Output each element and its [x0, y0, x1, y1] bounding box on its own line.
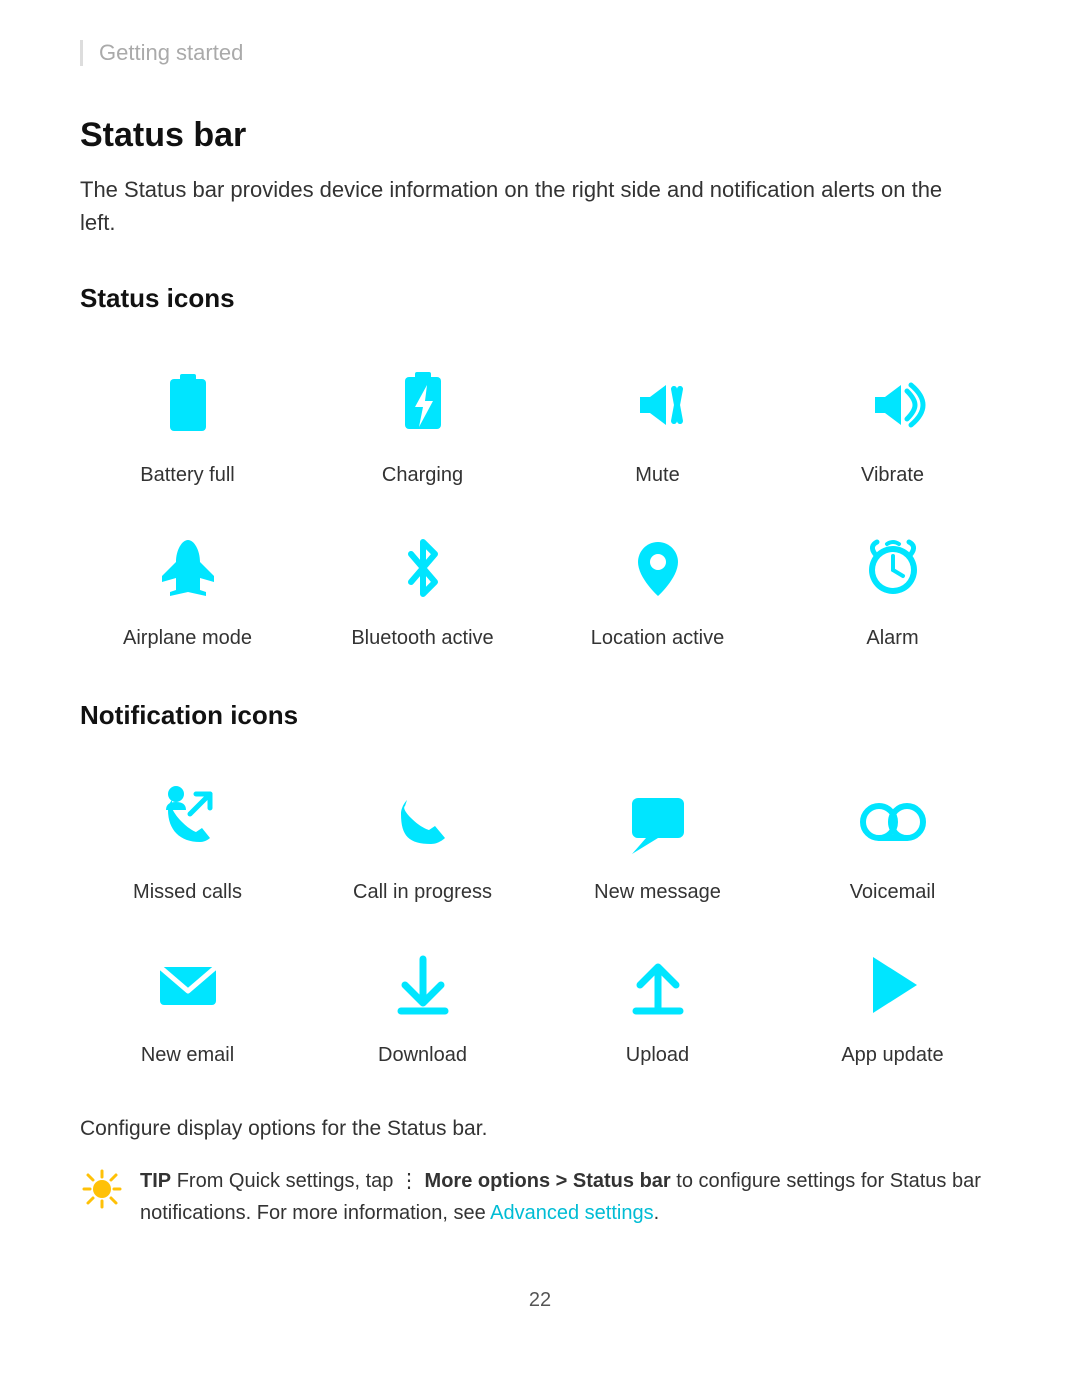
- status-icons-grid: Battery full Charging Mute: [80, 344, 1000, 660]
- download-cell: Download: [315, 924, 530, 1077]
- mute-icon: [613, 360, 703, 450]
- tip-icon: [80, 1167, 124, 1211]
- advanced-settings-link[interactable]: Advanced settings: [490, 1202, 653, 1224]
- missed-calls-cell: Missed calls: [80, 761, 295, 914]
- call-in-progress-cell: Call in progress: [315, 761, 530, 914]
- missed-calls-label: Missed calls: [133, 881, 242, 904]
- tip-label: TIP: [140, 1170, 171, 1192]
- new-message-label: New message: [594, 881, 721, 904]
- app-update-icon: [848, 940, 938, 1030]
- bluetooth-active-icon: [378, 523, 468, 613]
- location-active-label: Location active: [591, 627, 724, 650]
- location-active-icon: [613, 523, 703, 613]
- battery-full-icon: [143, 360, 233, 450]
- vibrate-icon: [848, 360, 938, 450]
- battery-full-label: Battery full: [140, 464, 234, 487]
- vibrate-label: Vibrate: [861, 464, 924, 487]
- tip-text: TIP From Quick settings, tap ⋮ More opti…: [140, 1165, 1000, 1229]
- charging-icon: [378, 360, 468, 450]
- app-update-cell: App update: [785, 924, 1000, 1077]
- call-in-progress-icon: [378, 777, 468, 867]
- alarm-cell: Alarm: [785, 507, 1000, 660]
- page-number: 22: [80, 1289, 1000, 1312]
- tip-box: TIP From Quick settings, tap ⋮ More opti…: [80, 1165, 1000, 1229]
- charging-label: Charging: [382, 464, 463, 487]
- location-active-cell: Location active: [550, 507, 765, 660]
- section-description: The Status bar provides device informati…: [80, 173, 980, 239]
- voicemail-icon: [848, 777, 938, 867]
- download-label: Download: [378, 1044, 467, 1067]
- airplane-mode-cell: Airplane mode: [80, 507, 295, 660]
- download-icon: [378, 940, 468, 1030]
- bluetooth-active-cell: Bluetooth active: [315, 507, 530, 660]
- tip-end: .: [654, 1202, 660, 1224]
- upload-icon: [613, 940, 703, 1030]
- app-update-label: App update: [841, 1044, 943, 1067]
- new-message-icon: [613, 777, 703, 867]
- bluetooth-active-label: Bluetooth active: [351, 627, 493, 650]
- status-icons-heading: Status icons: [80, 283, 1000, 314]
- upload-cell: Upload: [550, 924, 765, 1077]
- upload-label: Upload: [626, 1044, 689, 1067]
- alarm-icon: [848, 523, 938, 613]
- voicemail-cell: Voicemail: [785, 761, 1000, 914]
- mute-label: Mute: [635, 464, 679, 487]
- new-email-cell: New email: [80, 924, 295, 1077]
- new-email-label: New email: [141, 1044, 234, 1067]
- tip-bold: More options > Status bar: [425, 1170, 671, 1192]
- battery-full-cell: Battery full: [80, 344, 295, 497]
- airplane-mode-icon: [143, 523, 233, 613]
- new-message-cell: New message: [550, 761, 765, 914]
- breadcrumb: Getting started: [80, 40, 1000, 66]
- alarm-label: Alarm: [866, 627, 918, 650]
- mute-cell: Mute: [550, 344, 765, 497]
- configure-text: Configure display options for the Status…: [80, 1117, 1000, 1141]
- notification-icons-grid: Missed calls Call in progress New messag…: [80, 761, 1000, 1077]
- new-email-icon: [143, 940, 233, 1030]
- vibrate-cell: Vibrate: [785, 344, 1000, 497]
- charging-cell: Charging: [315, 344, 530, 497]
- missed-calls-icon: [143, 777, 233, 867]
- airplane-mode-label: Airplane mode: [123, 627, 252, 650]
- page-title: Status bar: [80, 116, 1000, 155]
- notification-icons-heading: Notification icons: [80, 700, 1000, 731]
- voicemail-label: Voicemail: [850, 881, 936, 904]
- call-in-progress-label: Call in progress: [353, 881, 492, 904]
- tip-text-before: From Quick settings, tap ⋮: [177, 1170, 425, 1192]
